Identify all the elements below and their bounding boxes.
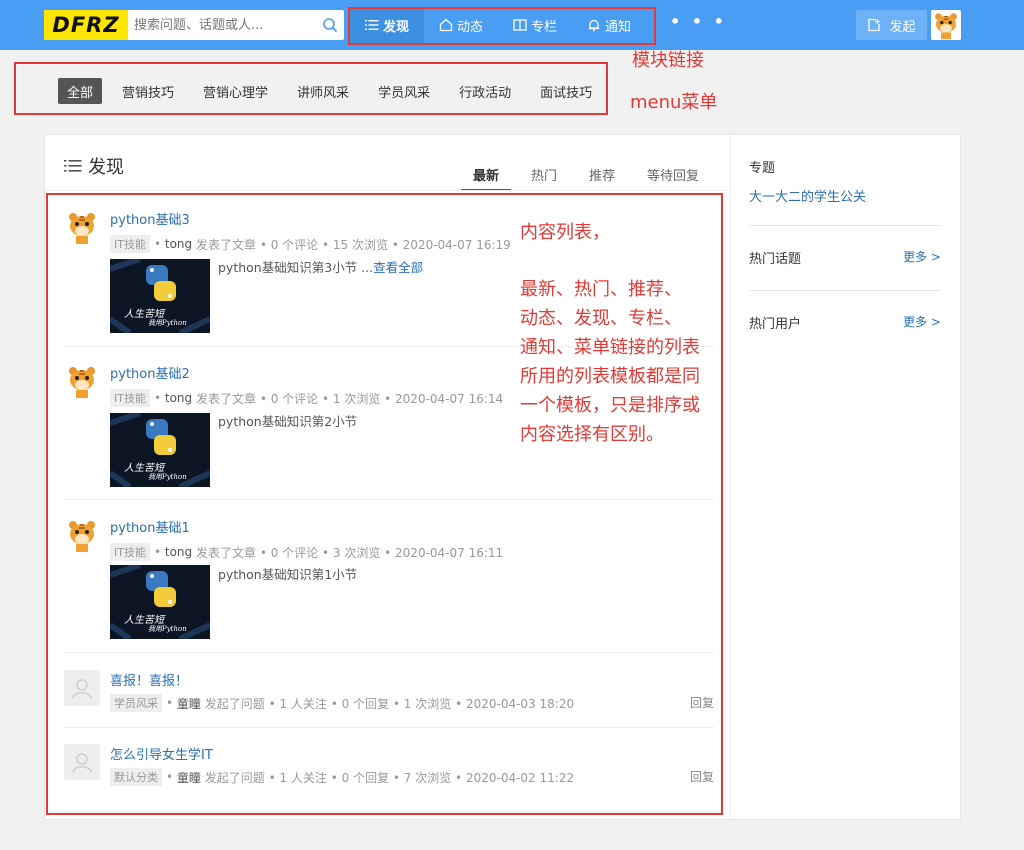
menu-item[interactable]: 学员风采	[369, 78, 439, 104]
annotation-line: 内容选择有区别。	[520, 424, 664, 445]
menu-item-all[interactable]: 全部	[58, 78, 103, 104]
tab-unanswered[interactable]: 等待回复	[635, 165, 711, 191]
list-icon	[64, 160, 82, 172]
sidebar-topic-link[interactable]: 大一大二的学生公关	[749, 186, 866, 205]
annotation-line: 内容列表，	[520, 222, 610, 243]
annotation-module-links: 模块链接	[632, 50, 704, 71]
sort-tabs: 最新 热门 推荐 等待回复	[461, 165, 719, 191]
tab-hot[interactable]: 热门	[519, 165, 569, 191]
annotation-line: 动态、发现、专栏、	[520, 308, 682, 329]
menu-item[interactable]: 营销心理学	[194, 78, 277, 104]
sidebar-hot-users-heading: 热门用户	[749, 317, 802, 332]
tiger-avatar-icon	[931, 10, 961, 40]
hot-users-more-link[interactable]: 更多 >	[903, 313, 941, 330]
annotation-line: 通知、菜单链接的列表	[520, 337, 700, 358]
category-menu: 全部 营销技巧 营销心理学 讲师风采 学员风采 行政活动 面试技巧	[58, 78, 612, 104]
annotation-content-list: 内容列表， 最新、热门、推荐、 动态、发现、专栏、 通知、菜单链接的列表 所用的…	[520, 218, 700, 449]
tab-latest[interactable]: 最新	[461, 165, 512, 191]
annotation-line: 一个模板，只是排序或	[520, 395, 700, 416]
tabs-divider	[45, 190, 731, 191]
menu-item[interactable]: 行政活动	[450, 78, 520, 104]
annotation-line: 最新、热门、推荐、	[520, 279, 682, 300]
search-icon[interactable]	[322, 17, 338, 33]
annotation-box-modules	[348, 7, 656, 45]
menu-item[interactable]: 讲师风采	[288, 78, 358, 104]
hot-topics-more-link[interactable]: 更多 >	[903, 248, 941, 265]
search-input[interactable]	[128, 10, 308, 40]
menu-item[interactable]: 营销技巧	[113, 78, 183, 104]
compose-icon	[868, 18, 881, 32]
page-title: 发现	[64, 153, 124, 179]
publish-button[interactable]: 发起	[856, 10, 927, 40]
sidebar-hot-topics-heading: 热门话题	[749, 252, 802, 267]
annotation-menu: menu菜单	[630, 92, 718, 113]
user-avatar[interactable]	[931, 10, 961, 40]
sidebar-topic-heading: 专题	[749, 161, 776, 176]
logo-text: DFRZ	[52, 13, 120, 37]
tab-recommend[interactable]: 推荐	[577, 165, 627, 191]
sidebar-divider	[749, 290, 941, 291]
page-title-text: 发现	[88, 157, 124, 178]
search-box[interactable]	[128, 10, 344, 40]
site-logo[interactable]: DFRZ	[44, 10, 128, 40]
sidebar-divider	[749, 225, 941, 226]
more-menu-icon[interactable]: • • •	[670, 12, 727, 31]
menu-item[interactable]: 面试技巧	[531, 78, 601, 104]
sidebar-divider	[730, 135, 731, 819]
annotation-line: 所用的列表模板都是同	[520, 366, 700, 387]
publish-label: 发起	[889, 19, 916, 35]
